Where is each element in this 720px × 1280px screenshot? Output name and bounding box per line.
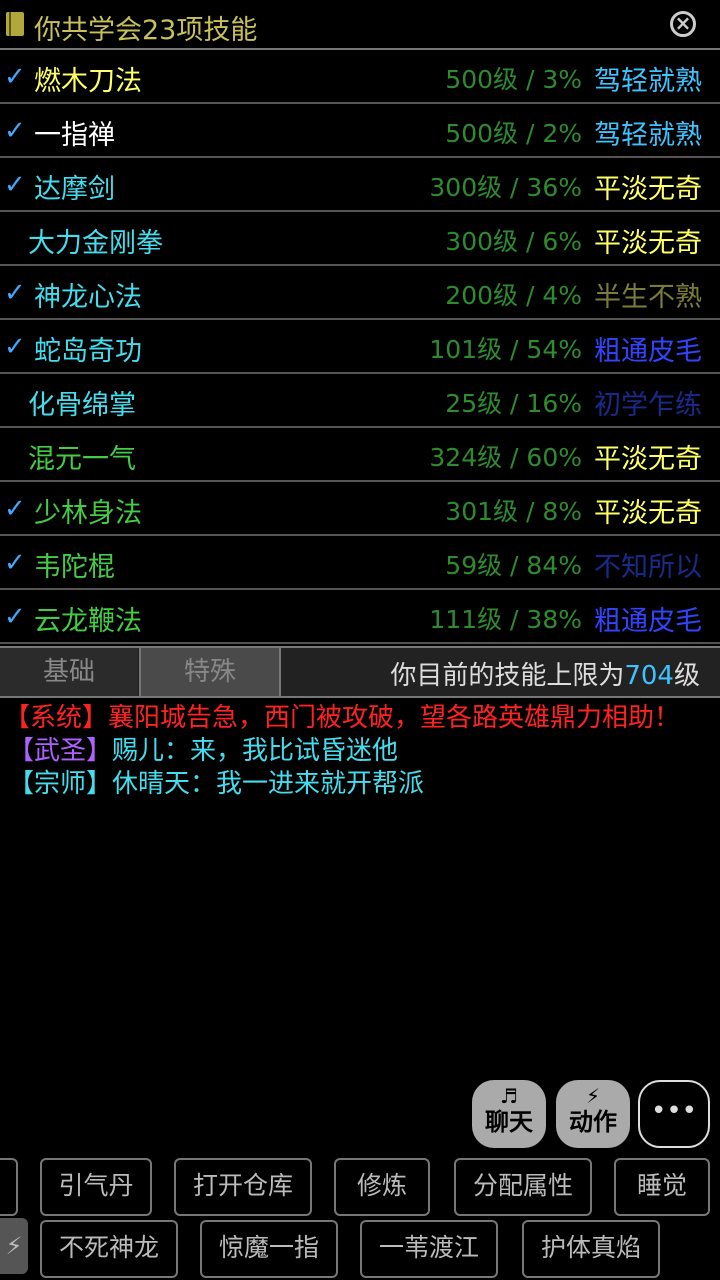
skill-rank: 平淡无奇 [594,444,702,475]
action-button[interactable]: 分配属性 [454,1158,592,1216]
book-icon [6,12,24,36]
skill-rank: 平淡无奇 [594,174,702,205]
action-button[interactable]: ⚡ 动作 [556,1080,630,1148]
chat-text: 襄阳城告急，西门被攻破，望各路英雄鼎力相助！ [108,703,681,733]
skill-level: 500级 / 3% [445,65,582,94]
skill-name: 混元一气 [28,444,136,475]
close-icon[interactable]: × [670,11,696,37]
skill-name: 神龙心法 [34,282,142,313]
skill-name: 大力金刚拳 [28,228,163,259]
chat-button[interactable]: ♬ 聊天 [472,1080,546,1148]
skill-button[interactable]: 不死神龙 [40,1220,178,1278]
skill-name: 少林身法 [34,498,142,529]
skill-row[interactable]: ✓ 韦陀棍 59级 / 84% 不知所以 [0,536,720,590]
chat-log: 【系统】襄阳城告急，西门被攻破，望各路英雄鼎力相助！ 【武圣】赐儿：来，我比试昏迷… [0,702,720,801]
skill-rank: 粗通皮毛 [594,606,702,637]
skill-limit: 你目前的技能上限为704级 [390,655,700,692]
checkmark-icon: ✓ [4,494,26,524]
checkmark-icon: ✓ [4,548,26,578]
skill-rank: 不知所以 [594,552,702,583]
action-button[interactable]: 打开仓库 [174,1158,312,1216]
skill-row[interactable]: ✓ 蛇岛奇功 101级 / 54% 粗通皮毛 [0,320,720,374]
skill-level: 301级 / 8% [445,497,582,526]
skill-name: 韦陀棍 [34,552,115,583]
chat-text: 赐儿：来，我比试昏迷他 [112,736,399,766]
skill-limit-suffix: 级 [673,661,700,691]
skill-level: 25级 / 16% [445,389,582,418]
skill-limit-prefix: 你目前的技能上限为 [390,661,625,691]
skill-list: ✓ 燃木刀法 500级 / 3% 驾轻就熟 ✓ 一指禅 500级 / 2% 驾轻就熟 ✓ 达摩剑 3… [0,50,720,644]
skill-level: 300级 / 6% [445,227,582,256]
tab-special[interactable]: 特殊 [139,648,281,696]
skill-row[interactable]: ✓ 一指禅 500级 / 2% 驾轻就熟 [0,104,720,158]
skill-name: 达摩剑 [34,174,115,205]
chat-message: 【宗师】休晴天：我一进来就开帮派 [0,768,720,801]
skill-limit-value: 704 [624,661,674,691]
skill-row[interactable]: ✓ 燃木刀法 500级 / 3% 驾轻就熟 [0,50,720,104]
skill-button[interactable]: 惊魔一指 [200,1220,338,1278]
skill-button[interactable]: 护体真焰 [522,1220,660,1278]
action-button[interactable]: 睡觉 [614,1158,710,1216]
action-button[interactable]: 引气丹 [40,1158,152,1216]
tab-basic[interactable]: 基础 [0,648,138,696]
checkmark-icon: ✓ [4,278,26,308]
skill-level: 111级 / 38% [429,605,582,634]
chat-tag: 【宗师】 [8,769,113,799]
skill-row[interactable]: ✓ 达摩剑 300级 / 36% 平淡无奇 [0,158,720,212]
skill-row[interactable]: ✓ 云龙鞭法 111级 / 38% 粗通皮毛 [0,590,720,644]
skill-level: 59级 / 84% [445,551,582,580]
skill-name: 燃木刀法 [34,66,142,97]
tab-bar: 基础 特殊 你目前的技能上限为704级 [0,646,720,698]
lightning-icon: ⚡ [585,1084,601,1108]
checkmark-icon: ✓ [4,170,26,200]
skill-level: 101级 / 54% [429,335,582,364]
partial-button-left[interactable] [0,1158,18,1216]
chat-button-label: 聊天 [485,1108,533,1136]
skill-button[interactable]: 一苇渡江 [360,1220,498,1278]
skill-name: 化骨绵掌 [28,390,136,421]
chat-text: 休晴天：我一进来就开帮派 [112,769,425,799]
action-button[interactable]: 修炼 [334,1158,430,1216]
chat-message: 【武圣】赐儿：来，我比试昏迷他 [0,735,720,768]
skill-rank: 半生不熟 [594,282,702,313]
lightning-icon[interactable]: ⚡ [0,1218,28,1274]
skill-level: 500级 / 2% [445,119,582,148]
checkmark-icon: ✓ [4,332,26,362]
chat-message: 【系统】襄阳城告急，西门被攻破，望各路英雄鼎力相助！ [0,702,720,735]
title-bar: 你共学会23项技能 × [0,0,720,50]
skill-name: 蛇岛奇功 [34,336,142,367]
skill-level: 324级 / 60% [429,443,582,472]
more-button[interactable]: ••• [638,1080,710,1148]
skill-name: 一指禅 [34,120,115,151]
speaker-icon: ♬ [500,1084,518,1108]
chat-tag: 【系统】 [4,703,109,733]
skill-level: 300级 / 36% [429,173,582,202]
checkmark-icon: ✓ [4,602,26,632]
skill-row[interactable]: 化骨绵掌 25级 / 16% 初学乍练 [0,374,720,428]
skill-rank: 初学乍练 [594,390,702,421]
chat-tag: 【武圣】 [8,736,113,766]
page-title: 你共学会23项技能 [34,15,258,46]
skill-row[interactable]: 大力金刚拳 300级 / 6% 平淡无奇 [0,212,720,266]
action-button-label: 动作 [569,1108,617,1136]
skill-row[interactable]: ✓ 神龙心法 200级 / 4% 半生不熟 [0,266,720,320]
checkmark-icon: ✓ [4,62,26,92]
skill-rank: 驾轻就熟 [594,66,702,97]
skill-rank: 平淡无奇 [594,498,702,529]
checkmark-icon: ✓ [4,116,26,146]
skill-rank: 平淡无奇 [594,228,702,259]
skill-rank: 粗通皮毛 [594,336,702,367]
skill-row[interactable]: ✓ 少林身法 301级 / 8% 平淡无奇 [0,482,720,536]
skill-row[interactable]: 混元一气 324级 / 60% 平淡无奇 [0,428,720,482]
skill-rank: 驾轻就熟 [594,120,702,151]
skill-name: 云龙鞭法 [34,606,142,637]
skill-level: 200级 / 4% [445,281,582,310]
